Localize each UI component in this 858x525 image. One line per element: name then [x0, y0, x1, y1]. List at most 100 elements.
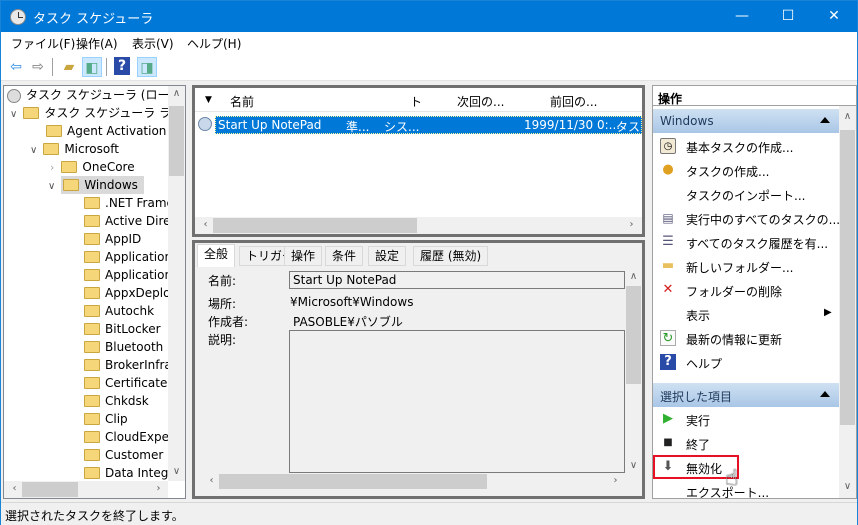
tree-item-microsoft[interactable]: ∨ Microsoft	[30, 140, 119, 158]
description-field[interactable]	[289, 330, 625, 473]
scrollbar-thumb[interactable]	[840, 130, 855, 425]
detail-vertical-scrollbar[interactable]: ∧ ∨	[625, 268, 642, 473]
tree-horizontal-scrollbar[interactable]: ‹ ›	[4, 481, 168, 498]
scroll-up-icon[interactable]: ∧	[168, 88, 185, 99]
action-enable-history[interactable]: ☰ すべてのタスク履歴を有...	[653, 230, 839, 254]
collapse-triangle-icon[interactable]	[820, 391, 830, 397]
show-hide-action-pane-icon[interactable]: ◨	[137, 57, 157, 77]
tab-history[interactable]: 履歴 (無効)	[413, 246, 489, 266]
tree-item-windows[interactable]: ∨ Windows	[48, 176, 144, 194]
name-field[interactable]: Start Up NotePad	[289, 271, 625, 289]
tree-item-label: Bluetooth	[105, 340, 164, 354]
tree-item[interactable]: Clip	[84, 410, 128, 428]
action-new-folder[interactable]: ▬ 新しいフォルダー...	[653, 254, 839, 278]
tree-item-label: BitLocker	[105, 322, 161, 336]
scroll-down-icon[interactable]: ∨	[625, 460, 642, 471]
tree-vertical-scrollbar[interactable]: ∧ ∨	[168, 86, 185, 481]
window-title: タスク スケジューラ	[33, 12, 154, 27]
tab-conditions[interactable]: 条件	[325, 246, 364, 266]
folder-icon	[84, 304, 100, 317]
scroll-right-icon[interactable]: ›	[623, 219, 640, 230]
action-help[interactable]: ? ヘルプ	[653, 350, 839, 374]
action-label: 最新の情報に更新	[686, 333, 783, 347]
list-horizontal-scrollbar[interactable]: ‹ ›	[195, 217, 642, 234]
tree-item[interactable]: BitLocker	[84, 320, 161, 338]
tree-item-label: Clip	[105, 412, 128, 426]
column-trigger[interactable]: ト	[410, 93, 422, 110]
folder-icon	[84, 412, 100, 425]
back-arrow-icon[interactable]: ⇦	[6, 57, 26, 77]
detail-horizontal-scrollbar[interactable]: ‹ ›	[201, 473, 625, 490]
action-import-task[interactable]: タスクのインポート...	[653, 182, 839, 206]
chevron-down-icon[interactable]: ∨	[48, 181, 55, 192]
menu-file[interactable]: ファイル(F)	[11, 35, 75, 52]
folder-icon	[84, 430, 100, 443]
menu-view[interactable]: 表示(V)	[132, 35, 174, 52]
group-selected-item[interactable]: 選択した項目	[653, 383, 839, 407]
scroll-left-icon[interactable]: ‹	[6, 483, 23, 494]
maximize-button[interactable]: ☐	[765, 1, 811, 32]
description-label: 説明:	[208, 333, 237, 347]
tree-item[interactable]: AppID	[84, 230, 141, 248]
tree-item[interactable]: Chkdsk	[84, 392, 149, 410]
show-hide-console-tree-icon[interactable]: ◧	[82, 57, 102, 77]
tree-item-label: Autochk	[105, 304, 155, 318]
scroll-left-icon[interactable]: ‹	[197, 219, 214, 230]
tree-item-root[interactable]: タスク スケジューラ (ローカル)	[7, 86, 185, 104]
tab-general[interactable]: 全般	[197, 244, 236, 267]
scroll-down-icon[interactable]: ∨	[168, 466, 185, 477]
column-last-run[interactable]: 前回の...	[550, 93, 597, 110]
menu-action[interactable]: 操作(A)	[76, 35, 118, 52]
action-refresh[interactable]: ↻ 最新の情報に更新	[653, 326, 839, 350]
tree-item[interactable]: Application	[84, 266, 172, 284]
tree-item[interactable]: Autochk	[84, 302, 154, 320]
table-row[interactable]: Start Up NotePad 準... シス... 1999/11/30 0…	[215, 116, 642, 151]
collapse-triangle-icon[interactable]	[820, 117, 830, 123]
tree-item[interactable]: Agent Activation Runtime	[46, 122, 185, 140]
history-icon: ☰	[662, 234, 674, 249]
general-tab-content: 名前: Start Up NotePad 場所: ¥Microsoft¥Wind…	[197, 268, 625, 473]
minimize-button[interactable]: —	[719, 1, 765, 32]
close-button[interactable]: ✕	[811, 1, 857, 32]
tree-item[interactable]: Application	[84, 248, 172, 266]
scrollbar-thumb[interactable]	[169, 106, 184, 176]
tree-item[interactable]: Bluetooth	[84, 338, 163, 356]
action-create-basic-task[interactable]: ◷ 基本タスクの作成...	[653, 134, 839, 158]
name-label: 名前:	[208, 274, 237, 288]
action-run[interactable]: ▶ 実行	[653, 407, 839, 431]
menu-help[interactable]: ヘルプ(H)	[187, 35, 241, 52]
column-name[interactable]: 名前	[230, 93, 254, 110]
chevron-down-icon[interactable]: ∨	[10, 109, 17, 120]
help-icon[interactable]: ?	[114, 57, 130, 75]
scrollbar-thumb[interactable]	[213, 218, 417, 233]
scroll-left-icon[interactable]: ‹	[203, 475, 220, 486]
tab-actions[interactable]: 操作	[284, 246, 323, 266]
column-next-run[interactable]: 次回の...	[457, 93, 504, 110]
forward-arrow-icon[interactable]: ⇨	[28, 57, 48, 77]
scroll-right-icon[interactable]: ›	[607, 475, 624, 486]
action-running-tasks[interactable]: ▤ 実行中のすべてのタスクの...	[653, 206, 840, 230]
action-create-task[interactable]: ● タスクの作成...	[653, 158, 839, 182]
tree-item-library[interactable]: ∨ タスク スケジューラ ライブラリ	[10, 104, 185, 122]
chevron-down-icon[interactable]: ∨	[30, 145, 37, 156]
scrollbar-thumb[interactable]	[626, 286, 641, 384]
group-windows[interactable]: Windows	[653, 109, 839, 133]
action-view[interactable]: 表示 ▶	[653, 302, 839, 326]
scroll-up-icon[interactable]: ∧	[839, 111, 856, 122]
tree-item-label: OneCore	[82, 160, 135, 174]
action-end[interactable]: ■ 終了	[653, 431, 839, 455]
scroll-down-icon[interactable]: ∨	[839, 481, 856, 492]
chevron-right-icon[interactable]: ›	[50, 161, 54, 174]
actions-vertical-scrollbar[interactable]: ∧ ∨	[839, 106, 856, 498]
tab-settings[interactable]: 設定	[368, 246, 407, 266]
action-export[interactable]: エクスポート...	[653, 479, 839, 503]
tree-item-label: Application	[105, 250, 173, 264]
folder-icon	[84, 358, 100, 371]
tree-item-onecore[interactable]: › OneCore	[50, 158, 135, 176]
scroll-right-icon[interactable]: ›	[150, 483, 167, 494]
scroll-up-icon[interactable]: ∧	[625, 271, 642, 282]
scrollbar-thumb[interactable]	[22, 482, 78, 497]
action-delete-folder[interactable]: ✕ フォルダーの削除	[653, 278, 839, 302]
scrollbar-thumb[interactable]	[219, 474, 487, 489]
up-folder-icon[interactable]: ▰	[59, 57, 79, 77]
